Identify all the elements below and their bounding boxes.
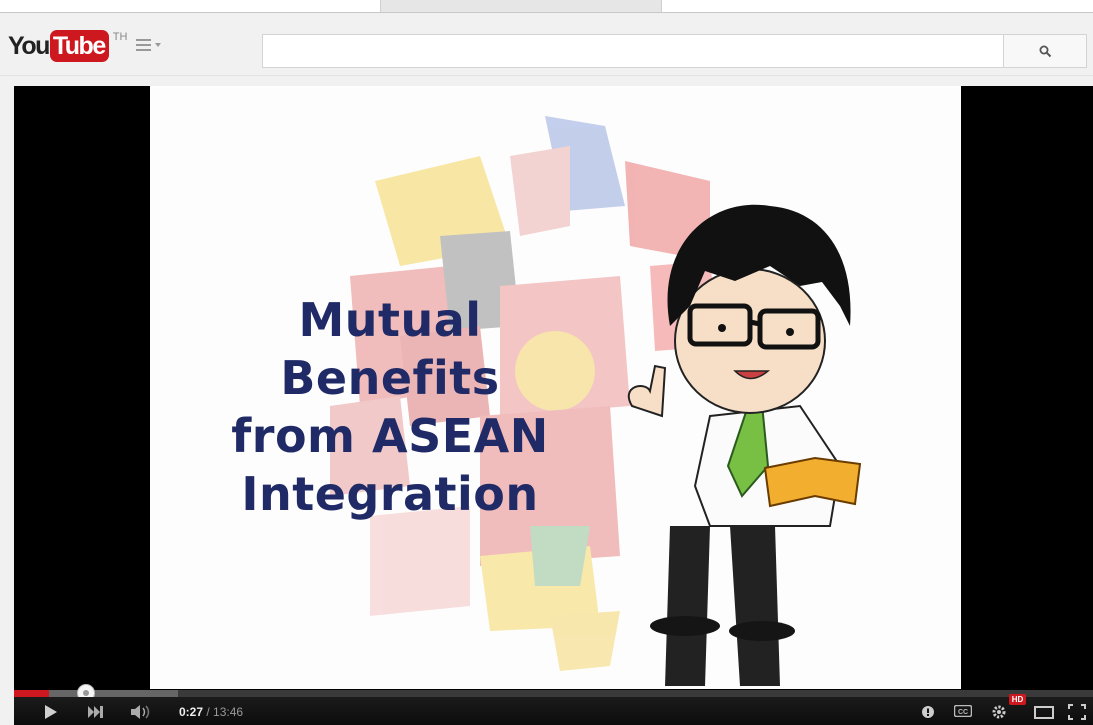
settings-icon bbox=[992, 705, 1006, 719]
title-line: Integration bbox=[241, 467, 539, 521]
size-toggle-icon bbox=[1034, 705, 1054, 719]
volume-button[interactable] bbox=[128, 703, 156, 721]
search-box[interactable] bbox=[262, 34, 1004, 68]
logo-tube: Tube bbox=[49, 30, 109, 62]
title-line: Mutual bbox=[298, 293, 482, 347]
country-code: TH bbox=[112, 31, 128, 43]
guide-menu-icon bbox=[136, 39, 151, 51]
progress-bar[interactable] bbox=[14, 684, 1093, 702]
logo-you: You bbox=[8, 32, 50, 60]
fullscreen-icon bbox=[1068, 704, 1086, 720]
play-button[interactable] bbox=[40, 702, 60, 722]
video-player[interactable]: Mutual Benefits from ASEAN Integration 0… bbox=[14, 86, 1093, 725]
search-icon bbox=[1039, 45, 1051, 57]
play-icon bbox=[45, 705, 57, 719]
size-toggle-button[interactable] bbox=[1032, 703, 1056, 721]
title-line: Benefits bbox=[280, 351, 500, 405]
captions-button[interactable]: CC bbox=[952, 703, 974, 719]
volume-icon bbox=[131, 705, 150, 719]
video-title-text: Mutual Benefits from ASEAN Integration bbox=[180, 291, 600, 523]
hd-badge: HD bbox=[1009, 694, 1026, 705]
youtube-logo[interactable]: You Tube TH bbox=[8, 30, 128, 62]
time-separator: / bbox=[203, 705, 214, 719]
title-line: from ASEAN bbox=[231, 409, 549, 463]
svg-text:CC: CC bbox=[958, 709, 968, 716]
current-time: 0:27 bbox=[179, 705, 204, 719]
captions-icon: CC bbox=[954, 705, 972, 717]
masthead: You Tube TH bbox=[0, 13, 1093, 76]
search-input[interactable] bbox=[263, 35, 1003, 67]
chevron-down-icon bbox=[155, 43, 161, 47]
browser-top-strip bbox=[0, 0, 1093, 13]
annotations-button[interactable] bbox=[920, 704, 936, 720]
video-frame[interactable]: Mutual Benefits from ASEAN Integration bbox=[150, 86, 961, 689]
progress-played bbox=[14, 690, 49, 697]
annotations-icon bbox=[922, 706, 934, 718]
fullscreen-button[interactable] bbox=[1066, 702, 1088, 722]
time-display: 0:27 / 13:46 bbox=[179, 705, 243, 719]
next-icon bbox=[88, 706, 103, 718]
settings-button[interactable] bbox=[988, 702, 1010, 722]
duration: 13:46 bbox=[213, 705, 244, 719]
tab-shape bbox=[380, 0, 662, 12]
next-button[interactable] bbox=[86, 703, 106, 721]
control-bar: 0:27 / 13:46 CC HD bbox=[14, 694, 1093, 725]
guide-menu-button[interactable] bbox=[136, 39, 161, 51]
search-button[interactable] bbox=[1003, 34, 1087, 68]
